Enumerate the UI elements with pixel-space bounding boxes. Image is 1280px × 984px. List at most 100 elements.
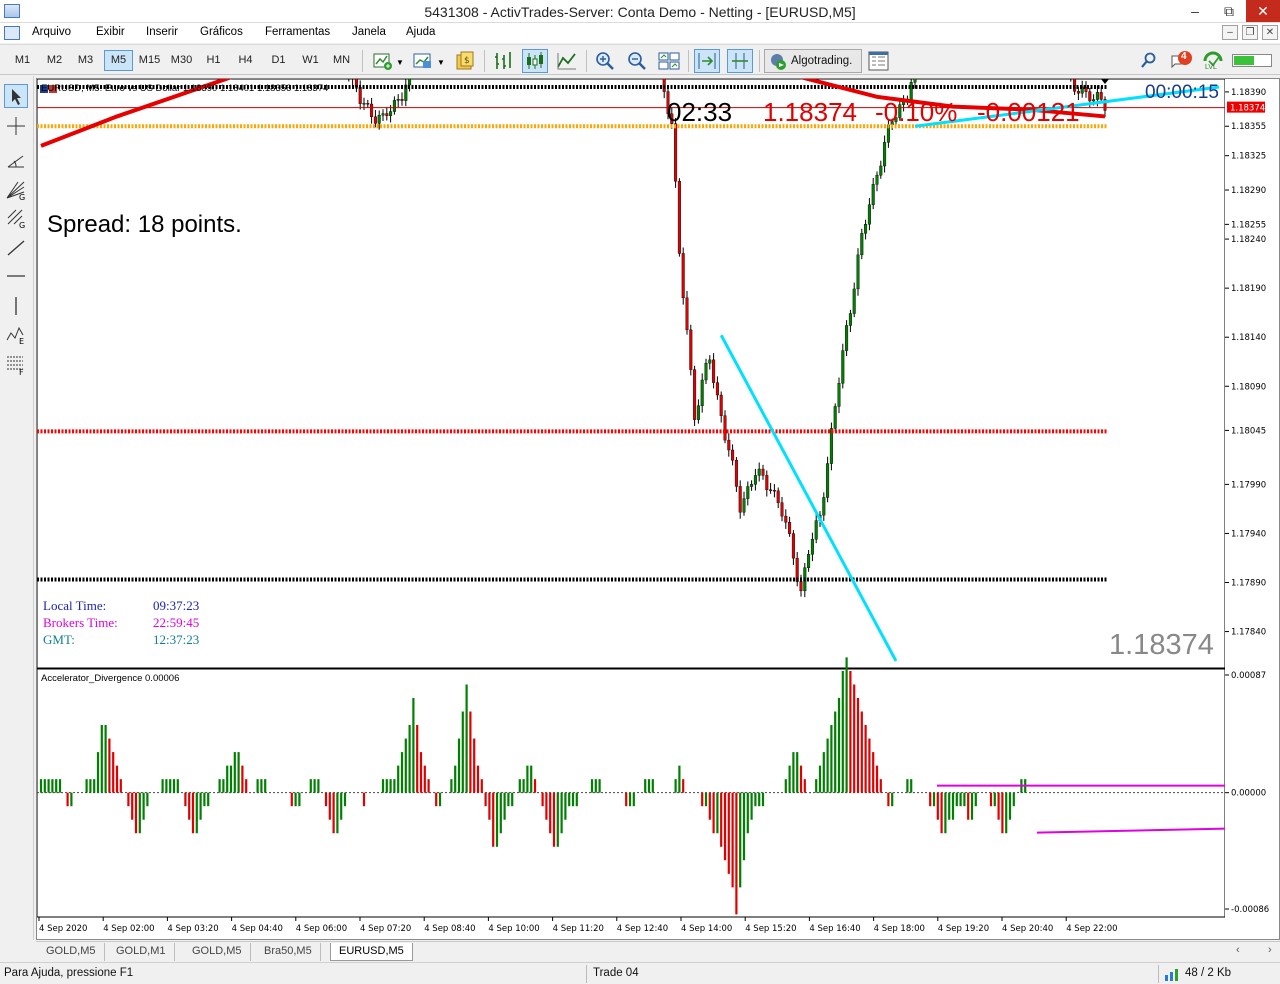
indicator-y-tick-label: 0.00087 — [1231, 671, 1266, 681]
tab-gold-m5[interactable]: GOLD,M5 — [38, 943, 105, 961]
chart-properties-icon[interactable] — [866, 49, 892, 73]
cursor-tool-icon[interactable] — [4, 84, 28, 108]
candlestick-chart-icon[interactable] — [522, 49, 548, 73]
menu-ferramentas[interactable]: Ferramentas — [265, 26, 330, 38]
zoom-in-icon[interactable] — [592, 49, 618, 73]
elliott-wave-tool-icon[interactable]: E — [4, 322, 28, 346]
gann-grid-tool-icon[interactable]: G — [4, 206, 28, 230]
chart-shift-icon[interactable] — [727, 49, 753, 73]
templates-dropdown-icon[interactable]: ▼ — [437, 58, 445, 67]
x-tick-label: 4 Sep 20:40 — [1002, 924, 1053, 934]
change-abs-label: -0.00121 — [977, 97, 1080, 127]
crosshair-tool-icon[interactable] — [4, 114, 28, 138]
close-button[interactable]: ✕ — [1246, 0, 1280, 22]
minimize-button[interactable]: – — [1178, 0, 1212, 22]
price-chart[interactable]: 1.18390 1.18355 1.18325 1.18290 1.18255 1.182… — [37, 79, 1279, 939]
tab-scroll-left-icon[interactable]: ‹ — [1236, 944, 1240, 956]
horizontal-line-tool-icon[interactable] — [4, 264, 28, 288]
candle-body — [833, 406, 837, 429]
timeframe-d1[interactable]: D1 — [264, 50, 293, 71]
tab-eurusd-m5[interactable]: EURUSD,M5 — [330, 943, 413, 961]
templates-icon[interactable] — [410, 49, 436, 73]
tile-windows-icon[interactable] — [656, 49, 682, 73]
status-bar: Para Ajuda, pressione F1 Trade 04 48 / 2… — [0, 962, 1280, 984]
tab-bra50-m5[interactable]: Bra50,M5 — [256, 943, 321, 961]
local-time-value: 09:37:23 — [153, 598, 200, 613]
search-icon[interactable] — [1136, 49, 1162, 73]
timeframe-m30[interactable]: M30 — [167, 50, 196, 71]
candle-body — [719, 394, 723, 416]
angle-trendline-tool-icon[interactable] — [4, 148, 28, 172]
fibonacci-tool-icon[interactable]: F — [4, 352, 28, 377]
tab-scroll-right-icon[interactable]: › — [1268, 944, 1272, 956]
menu-janela[interactable]: Janela — [352, 26, 386, 38]
y-tick-label: 1.17840 — [1231, 628, 1266, 638]
mdi-minimize-button[interactable]: – — [1222, 25, 1238, 40]
candle-body — [883, 142, 887, 167]
new-chart-dropdown-icon[interactable]: ▼ — [396, 58, 404, 67]
maximize-button[interactable]: ⧉ — [1212, 0, 1246, 22]
menu-exibir[interactable]: Exibir — [96, 26, 125, 38]
tab-gold-m1[interactable]: GOLD,M1 — [108, 943, 175, 961]
candle-body — [1088, 91, 1092, 102]
algotrading-button[interactable]: Algotrading. — [764, 49, 862, 73]
autoscroll-icon[interactable] — [694, 49, 720, 73]
candle-body — [677, 180, 681, 254]
timeframe-m2[interactable]: M2 — [40, 50, 69, 71]
x-tick-label: 4 Sep 14:00 — [681, 924, 732, 934]
candle-body — [704, 362, 708, 381]
window-title: 5431308 - ActivTrades-Server: Conta Demo… — [424, 4, 856, 20]
timeframe-h1[interactable]: H1 — [199, 50, 228, 71]
trendline-tool-icon[interactable] — [4, 236, 28, 260]
current-price-label: 1.18374 — [763, 97, 857, 127]
candle-body — [867, 204, 871, 225]
zoom-out-icon[interactable] — [624, 49, 650, 73]
timeframe-m1[interactable]: M1 — [8, 50, 37, 71]
timeframe-m5[interactable]: M5 — [104, 50, 133, 71]
timeframe-m15[interactable]: M15 — [135, 50, 164, 71]
vertical-line-tool-icon[interactable] — [4, 294, 28, 318]
chart-window[interactable]: 1.18390 1.18355 1.18325 1.18290 1.18255 1.182… — [36, 78, 1280, 940]
candle-body — [757, 468, 761, 476]
profiles-icon[interactable]: $ — [452, 49, 478, 73]
spread-label: Spread: 18 points. — [47, 211, 242, 238]
chart-window-icon[interactable] — [4, 26, 20, 40]
price-axis — [1225, 79, 1279, 939]
y-tick-label: 1.18190 — [1231, 284, 1266, 294]
candle-body — [385, 113, 389, 116]
candle-body — [810, 539, 814, 555]
mdi-restore-button[interactable]: ❐ — [1242, 25, 1258, 40]
x-tick-label: 4 Sep 04:40 — [232, 924, 283, 934]
candle-body — [864, 224, 868, 234]
candle-body — [875, 174, 879, 185]
bar-chart-icon[interactable] — [490, 49, 516, 73]
timeframe-h4[interactable]: H4 — [231, 50, 260, 71]
indicator-name: Accelerator_Divergence 0.00006 — [41, 673, 180, 684]
gann-fan-tool-icon[interactable]: G — [4, 178, 28, 202]
menu-ajuda[interactable]: Ajuda — [406, 26, 435, 38]
line-chart-icon[interactable] — [554, 49, 580, 73]
menu-arquivo[interactable]: Arquivo — [32, 26, 71, 38]
x-tick-label: 4 Sep 08:40 — [424, 924, 475, 934]
menu-graficos[interactable]: Gráficos — [200, 26, 243, 38]
svg-text:G: G — [19, 221, 25, 230]
y-tick-label: 1.18240 — [1231, 235, 1266, 245]
notifications-icon[interactable]: 4 — [1168, 49, 1194, 73]
new-chart-icon[interactable] — [370, 49, 396, 73]
algotrading-icon — [771, 54, 786, 70]
candle-body — [852, 288, 856, 314]
mdi-close-button[interactable]: ✕ — [1262, 25, 1278, 40]
timeframe-w1[interactable]: W1 — [296, 50, 325, 71]
candle-body — [841, 350, 845, 384]
candle-body — [742, 498, 746, 513]
candle-body — [791, 533, 795, 559]
timeframe-mn[interactable]: MN — [327, 50, 356, 71]
y-tick-label: 1.18325 — [1231, 152, 1266, 162]
timeframe-m3[interactable]: M3 — [71, 50, 100, 71]
signal-level-icon[interactable]: LVL — [1200, 49, 1226, 73]
tab-gold-m5-2[interactable]: GOLD,M5 — [184, 943, 251, 961]
candle-body — [856, 254, 860, 290]
menu-inserir[interactable]: Inserir — [146, 26, 178, 38]
candle-body — [837, 383, 841, 407]
candle-body — [784, 515, 788, 523]
